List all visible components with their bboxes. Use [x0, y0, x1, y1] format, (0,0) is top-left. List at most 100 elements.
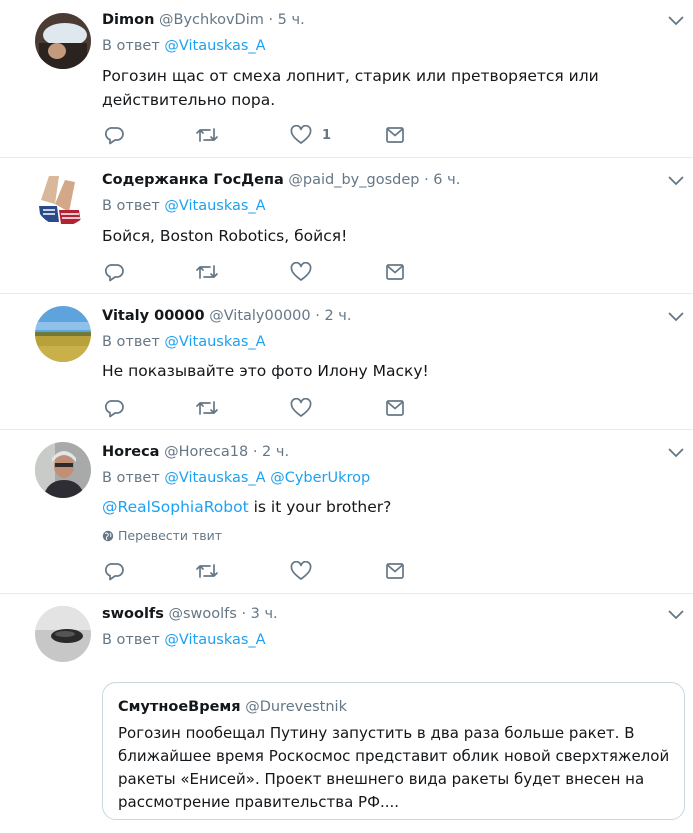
- like-button[interactable]: 1: [290, 124, 331, 146]
- like-count: 1: [322, 127, 332, 143]
- reply-prefix: В ответ: [102, 198, 160, 214]
- reply-prefix: В ответ: [102, 632, 160, 648]
- tweet-text: Рогозин щас от смеха лопнит, старик или …: [102, 67, 599, 109]
- direct-message-button[interactable]: [385, 261, 405, 283]
- tweet[interactable]: Содержанка ГосДепа @paid_by_gosdep · 6 ч…: [0, 157, 693, 294]
- retweet-button[interactable]: [195, 261, 219, 283]
- retweet-icon: [196, 564, 218, 578]
- mention-link[interactable]: @Vitauskas_A: [164, 470, 265, 486]
- timestamp[interactable]: · 5 ч.: [268, 12, 304, 28]
- globe-icon: [102, 530, 114, 545]
- reply-button[interactable]: [105, 397, 125, 419]
- like-button[interactable]: [290, 560, 312, 582]
- direct-message-button[interactable]: [385, 397, 405, 419]
- tweet-header: Vitaly 00000 @Vitaly00000 · 2 ч.: [102, 308, 351, 324]
- display-name[interactable]: Horeca: [102, 444, 159, 460]
- username[interactable]: @paid_by_gosdep: [288, 172, 419, 188]
- like-button[interactable]: [290, 397, 312, 419]
- display-name[interactable]: swoolfs: [102, 606, 164, 622]
- like-button[interactable]: [290, 261, 312, 283]
- chevron-down-icon[interactable]: [667, 608, 685, 620]
- avatar[interactable]: [35, 442, 91, 498]
- mention-link[interactable]: @Vitauskas_A: [164, 198, 265, 214]
- heart-icon: [290, 398, 312, 417]
- tweet-header: swoolfs @swoolfs · 3 ч.: [102, 606, 278, 622]
- username[interactable]: @BychkovDim: [159, 12, 264, 28]
- translate-label: Перевести твит: [118, 528, 223, 543]
- mention-link[interactable]: @RealSophiaRobot: [102, 498, 249, 516]
- timestamp[interactable]: · 6 ч.: [424, 172, 460, 188]
- tweet-text: @RealSophiaRobot is it your brother?: [102, 495, 682, 519]
- username[interactable]: @Vitaly00000: [209, 308, 310, 324]
- envelope-icon: [386, 563, 404, 579]
- timestamp[interactable]: · 3 ч.: [241, 606, 277, 622]
- mention-link[interactable]: @CyberUkrop: [270, 470, 370, 486]
- quoted-tweet[interactable]: СмутноеВремя @Durevestnik Рогозин пообещ…: [102, 682, 685, 820]
- tweet-actions: [102, 560, 422, 582]
- avatar[interactable]: [35, 170, 91, 226]
- heart-icon: [290, 262, 312, 281]
- mention-link[interactable]: @Vitauskas_A: [164, 632, 265, 648]
- tweet-header: Dimon @BychkovDim · 5 ч.: [102, 12, 305, 28]
- reply-button[interactable]: [105, 261, 125, 283]
- retweet-button[interactable]: [195, 397, 219, 419]
- avatar[interactable]: [35, 606, 91, 662]
- retweet-button[interactable]: [195, 560, 219, 582]
- reply-context: В ответ @Vitauskas_A: [102, 38, 266, 54]
- tweet-actions: 1: [102, 124, 422, 146]
- quoted-username: @Durevestnik: [245, 699, 347, 715]
- tweet[interactable]: Horeca @Horeca18 · 2 ч. В ответ @Vitausk…: [0, 429, 693, 594]
- heart-icon: [290, 561, 312, 580]
- envelope-icon: [386, 264, 404, 280]
- mention-link[interactable]: @Vitauskas_A: [164, 334, 265, 350]
- timestamp[interactable]: · 2 ч.: [315, 308, 351, 324]
- display-name[interactable]: Содержанка ГосДепа: [102, 172, 284, 188]
- retweet-button[interactable]: [195, 124, 219, 146]
- tweet-actions: [102, 397, 422, 419]
- reply-icon: [105, 127, 124, 145]
- timestamp[interactable]: · 2 ч.: [253, 444, 289, 460]
- envelope-icon: [386, 127, 404, 143]
- reply-prefix: В ответ: [102, 334, 160, 350]
- retweet-icon: [196, 128, 218, 142]
- reply-context: В ответ @Vitauskas_A: [102, 632, 266, 648]
- display-name[interactable]: Dimon: [102, 12, 154, 28]
- chevron-down-icon[interactable]: [667, 446, 685, 458]
- chevron-down-icon[interactable]: [667, 310, 685, 322]
- direct-message-button[interactable]: [385, 560, 405, 582]
- quoted-display-name: СмутноеВремя: [118, 699, 241, 715]
- reply-icon: [105, 264, 124, 282]
- mention-link[interactable]: @Vitauskas_A: [164, 38, 265, 54]
- username[interactable]: @Horeca18: [164, 444, 248, 460]
- avatar[interactable]: [35, 13, 91, 69]
- envelope-icon: [386, 400, 404, 416]
- tweet-text: Не показывайте это фото Илону Маску!: [102, 362, 429, 380]
- translate-tweet-link[interactable]: Перевести твит: [102, 528, 222, 545]
- quoted-tweet-text: Рогозин пообещал Путину запустить в два …: [118, 724, 670, 811]
- username[interactable]: @swoolfs: [168, 606, 236, 622]
- retweet-icon: [196, 265, 218, 279]
- chevron-down-icon[interactable]: [667, 14, 685, 26]
- reply-button[interactable]: [105, 124, 125, 146]
- reply-context: В ответ @Vitauskas_A @CyberUkrop: [102, 470, 370, 486]
- reply-icon: [105, 563, 124, 581]
- reply-button[interactable]: [105, 560, 125, 582]
- reply-prefix: В ответ: [102, 38, 160, 54]
- tweet[interactable]: Vitaly 00000 @Vitaly00000 · 2 ч. В ответ…: [0, 293, 693, 430]
- tweet-text: Бойся, Boston Robotics, бойся!: [102, 227, 348, 245]
- reply-context: В ответ @Vitauskas_A: [102, 198, 266, 214]
- direct-message-button[interactable]: [385, 124, 405, 146]
- tweet-text-body: is it your brother?: [248, 498, 392, 516]
- quoted-tweet-header: СмутноеВремя @Durevestnik: [118, 699, 347, 715]
- display-name[interactable]: Vitaly 00000: [102, 308, 205, 324]
- chevron-down-icon[interactable]: [667, 174, 685, 186]
- reply-icon: [105, 400, 124, 418]
- tweet-actions: [102, 261, 422, 283]
- avatar[interactable]: [35, 306, 91, 362]
- heart-icon: [290, 125, 312, 144]
- tweet[interactable]: Dimon @BychkovDim · 5 ч. В ответ @Vitaus…: [0, 0, 693, 158]
- tweet-header: Horeca @Horeca18 · 2 ч.: [102, 444, 289, 460]
- retweet-icon: [196, 401, 218, 415]
- tweet-header: Содержанка ГосДепа @paid_by_gosdep · 6 ч…: [102, 172, 460, 188]
- reply-context: В ответ @Vitauskas_A: [102, 334, 266, 350]
